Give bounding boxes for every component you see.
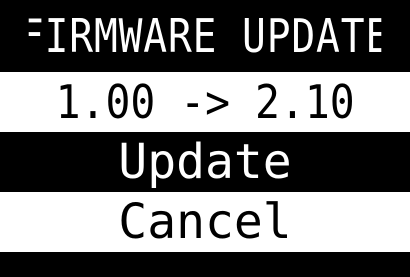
version-change-text: 1.00 -> 2.10 — [55, 75, 355, 129]
cancel-menu-item[interactable]: Cancel — [0, 192, 410, 252]
version-info-row: 1.00 -> 2.10 — [0, 72, 410, 132]
update-menu-item[interactable]: Update — [0, 132, 410, 192]
firmware-update-screen: FIRMWARE UPDATE 1.00 -> 2.10 Update Canc… — [0, 0, 410, 277]
cancel-menu-label: Cancel — [118, 194, 292, 250]
update-menu-label: Update — [118, 134, 292, 190]
bottom-strip — [0, 252, 410, 277]
title-bar: FIRMWARE UPDATE — [28, 0, 382, 72]
screen-title: FIRMWARE UPDATE — [28, 9, 382, 63]
